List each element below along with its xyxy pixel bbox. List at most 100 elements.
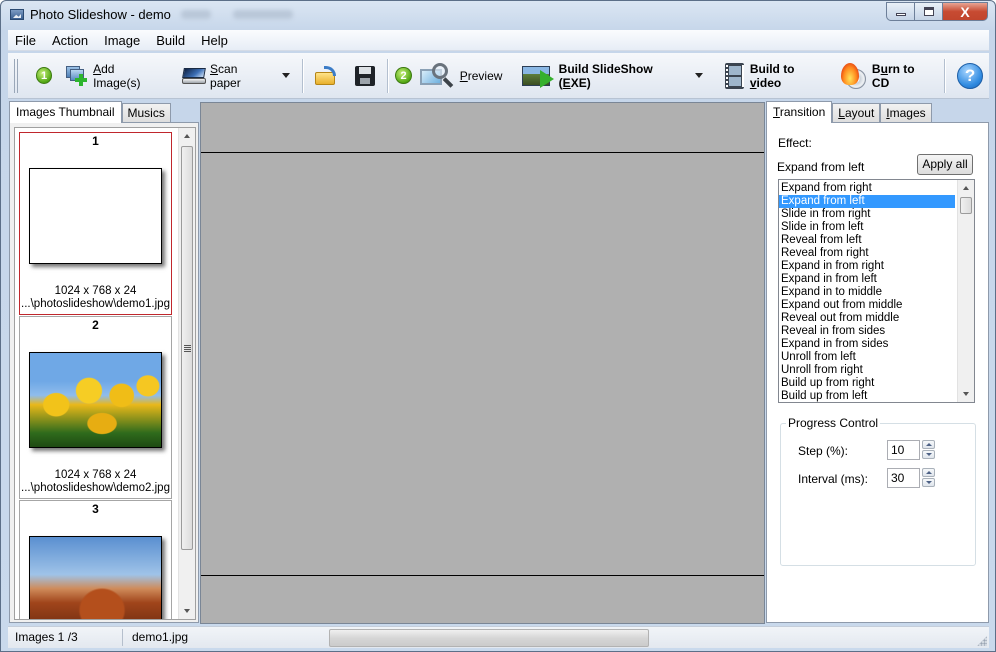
build-exe-dropdown-arrow-icon[interactable] [694, 73, 703, 78]
effect-item[interactable]: Reveal from left [779, 234, 955, 247]
scroll-down-arrow-icon[interactable] [963, 392, 969, 396]
build-to-video-button[interactable]: Build to video [719, 59, 831, 93]
window-title: Photo Slideshow - demo [30, 7, 171, 22]
thumbnail-index: 3 [92, 502, 99, 516]
step-decrement-icon[interactable] [922, 450, 935, 459]
step-spinner[interactable] [922, 440, 935, 460]
step-input[interactable] [887, 440, 920, 460]
scrollbar-grip-icon [184, 345, 191, 352]
menu-image[interactable]: Image [96, 33, 148, 48]
build-exe-icon [522, 64, 555, 88]
left-panel: Images Thumbnail Musics 1 1024 x 768 x 2… [9, 101, 199, 623]
menu-file[interactable]: File [8, 33, 44, 48]
close-button[interactable]: X [942, 2, 988, 21]
left-tabs: Images Thumbnail Musics [9, 101, 171, 123]
progress-control-title: Progress Control [786, 416, 881, 430]
build-slideshow-exe-button[interactable]: Build SlideShow (EXE) [516, 59, 708, 93]
toolbar: 1 Add Image(s) Scan paper 2 Preview Buil… [8, 53, 989, 99]
status-progress-bar [329, 629, 649, 647]
effect-item[interactable]: Expand in from left [779, 273, 955, 286]
effect-list[interactable]: Expand from right Expand from left Slide i… [778, 179, 975, 403]
scan-paper-button[interactable]: Scan paper [176, 59, 296, 93]
thumbnail-image-desert [29, 536, 162, 619]
step-2-badge: 2 [395, 67, 412, 84]
maximize-icon [923, 7, 934, 16]
preview-image-koala [201, 152, 764, 576]
effect-item[interactable]: Reveal in from sides [779, 325, 955, 338]
blurred-title-text [181, 10, 211, 19]
effect-item[interactable]: Unroll from right [779, 364, 955, 377]
thumbnail-item[interactable]: 1 1024 x 768 x 24 ...\photoslideshow\dem… [19, 132, 172, 315]
effect-item[interactable]: Expand in from sides [779, 338, 955, 351]
interval-increment-icon[interactable] [922, 468, 935, 477]
add-images-button[interactable]: Add Image(s) [60, 59, 167, 93]
thumbnail-scrollbar[interactable] [178, 128, 195, 619]
title-bar: Photo Slideshow - demo X [1, 1, 995, 29]
effect-list-scrollbar[interactable] [957, 180, 974, 402]
save-project-button[interactable] [349, 59, 381, 93]
effect-item[interactable]: Build up from left [779, 390, 955, 402]
scrollbar-thumb[interactable] [181, 146, 193, 550]
tab-layout[interactable]: Layout [832, 103, 881, 123]
effect-item[interactable]: Build up from right [779, 377, 955, 390]
menu-bar: File Action Image Build Help [8, 30, 989, 51]
effect-item[interactable]: Reveal from right [779, 247, 955, 260]
progress-control-group: Progress Control Step (%): Interval (ms)… [780, 416, 976, 566]
thumbnail-list: 1 1024 x 768 x 24 ...\photoslideshow\dem… [14, 127, 196, 620]
menu-action[interactable]: Action [44, 33, 96, 48]
effect-item[interactable]: Slide in from right [779, 208, 955, 221]
apply-all-button[interactable]: Apply all [917, 154, 973, 175]
burn-to-cd-button[interactable]: Burn to CD [835, 59, 938, 93]
effect-item[interactable]: Expand out from middle [779, 299, 955, 312]
menu-build[interactable]: Build [148, 33, 193, 48]
effect-item[interactable]: Unroll from left [779, 351, 955, 364]
menu-help[interactable]: Help [193, 33, 236, 48]
interval-spinner[interactable] [922, 468, 935, 488]
tab-images[interactable]: Images [880, 103, 932, 123]
open-project-button[interactable] [309, 59, 343, 93]
thumbnail-item[interactable]: 3 [19, 500, 172, 619]
effect-item[interactable]: Slide in from left [779, 221, 955, 234]
scroll-up-arrow-icon[interactable] [184, 134, 190, 138]
effect-item[interactable]: Expand from left [779, 195, 955, 208]
toolbar-separator [386, 58, 388, 93]
tab-transition[interactable]: Transition [766, 101, 833, 123]
app-icon [10, 9, 24, 20]
close-icon: X [960, 3, 970, 20]
effect-item[interactable]: Reveal out from middle [779, 312, 955, 325]
scroll-down-arrow-icon[interactable] [184, 609, 190, 613]
effect-item[interactable]: Expand in to middle [779, 286, 955, 299]
maximize-button[interactable] [914, 2, 942, 21]
scrollbar-thumb[interactable] [960, 197, 972, 214]
interval-input[interactable] [887, 468, 920, 488]
thumbnail-image-koala [29, 168, 162, 264]
effect-label: Effect: [778, 136, 812, 150]
thumbnail-panel: 1 1024 x 768 x 24 ...\photoslideshow\dem… [9, 122, 199, 623]
current-effect-text: Expand from left [777, 160, 865, 174]
status-filename: demo1.jpg [132, 630, 189, 644]
tab-images-thumbnail[interactable]: Images Thumbnail [9, 101, 122, 123]
film-strip-icon [724, 62, 744, 89]
scan-dropdown-arrow-icon[interactable] [281, 73, 290, 78]
minimize-button[interactable] [886, 2, 914, 21]
burn-cd-icon [841, 62, 867, 89]
interval-label: Interval (ms): [798, 472, 869, 486]
toolbar-separator [944, 58, 946, 93]
preview-button[interactable]: Preview [414, 59, 509, 93]
transition-panel: Effect: Expand from left Apply all Expan… [766, 122, 989, 623]
thumbnail-item[interactable]: 2 1024 x 768 x 24 ...\photoslideshow\dem… [19, 316, 172, 499]
scroll-up-arrow-icon[interactable] [963, 186, 969, 190]
thumbnail-image-tulips [29, 352, 162, 448]
effect-item[interactable]: Expand from right [779, 182, 955, 195]
status-separator [122, 629, 123, 646]
effect-item[interactable]: Expand in from right [779, 260, 955, 273]
tab-musics[interactable]: Musics [121, 103, 171, 123]
toolbar-grip[interactable] [14, 58, 18, 93]
resize-grip-icon[interactable] [977, 636, 987, 646]
step-increment-icon[interactable] [922, 440, 935, 449]
help-button[interactable]: ? [951, 59, 989, 93]
interval-decrement-icon[interactable] [922, 478, 935, 487]
open-folder-icon [314, 65, 337, 85]
step-label: Step (%): [798, 444, 849, 458]
right-panel: Transition Layout Images Effect: Expand … [766, 101, 989, 623]
